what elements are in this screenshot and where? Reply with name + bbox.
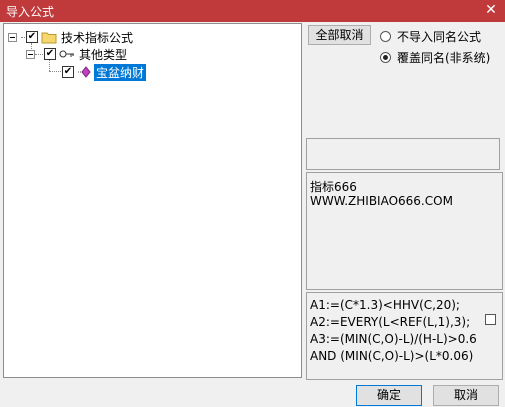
cancel-button[interactable]: 取消 [433,385,499,406]
code-panel-checkbox[interactable] [485,314,496,325]
radio-no-import[interactable]: 不导入同名公式 [380,28,481,45]
tree-root-label: 技术指标公式 [61,30,134,45]
radio-overwrite-label: 覆盖同名(非系统) [397,51,491,65]
collapse-icon[interactable] [8,32,17,42]
radio-overwrite[interactable]: 覆盖同名(非系统) [380,49,490,66]
radio-overwrite-circle[interactable] [380,52,391,63]
window-title: 导入公式 [6,5,55,19]
title-bar: 导入公式 ✕ [0,0,505,22]
tree-item-label: 宝盆纳财 [94,63,147,81]
radio-no-import-circle[interactable] [380,31,391,42]
tree-node-root[interactable]: ✔ 技术指标公式 [8,29,133,45]
empty-panel [306,138,500,170]
tree-group-label: 其他类型 [79,47,128,62]
code-line: A1:=(C*1.3)<HHV(C,20); [310,298,460,312]
cancel-all-button[interactable]: 全部取消 [308,25,371,45]
info-line-1: 指标666 [310,180,357,194]
ok-button[interactable]: 确定 [356,385,422,406]
code-line: AND (MIN(C,O)-L)>(L*0.06) [310,349,474,363]
tree-node-item[interactable]: ✔ 宝盆纳财 [62,63,147,81]
tree-connector [49,71,61,72]
collapse-icon[interactable] [26,49,35,59]
info-line-2: WWW.ZHIBIAO666.COM [310,194,453,208]
formula-tree: ✔ 技术指标公式 ✔ 其他类型 ✔ 宝盆纳财 [3,23,302,378]
code-line: A3:=(MIN(C,O)-L)/(H-L)>0.6 [310,332,477,346]
tree-item-checkbox[interactable]: ✔ [62,66,74,78]
folder-icon [41,32,57,43]
radio-no-import-label: 不导入同名公式 [397,30,482,44]
tree-group-checkbox[interactable]: ✔ [44,48,56,60]
import-formula-dialog: 导入公式 ✕ ✔ 技术指标公式 ✔ 其他类型 ✔ 宝盆纳财 全部取消 不导入同名… [0,0,505,407]
tree-node-group[interactable]: ✔ 其他类型 [26,46,127,62]
tree-root-checkbox[interactable]: ✔ [26,31,38,43]
close-icon[interactable]: ✕ [483,2,499,18]
formula-icon [78,66,91,78]
code-line: A2:=EVERY(L<REF(L,1),3); [310,315,471,329]
key-icon [59,50,74,58]
